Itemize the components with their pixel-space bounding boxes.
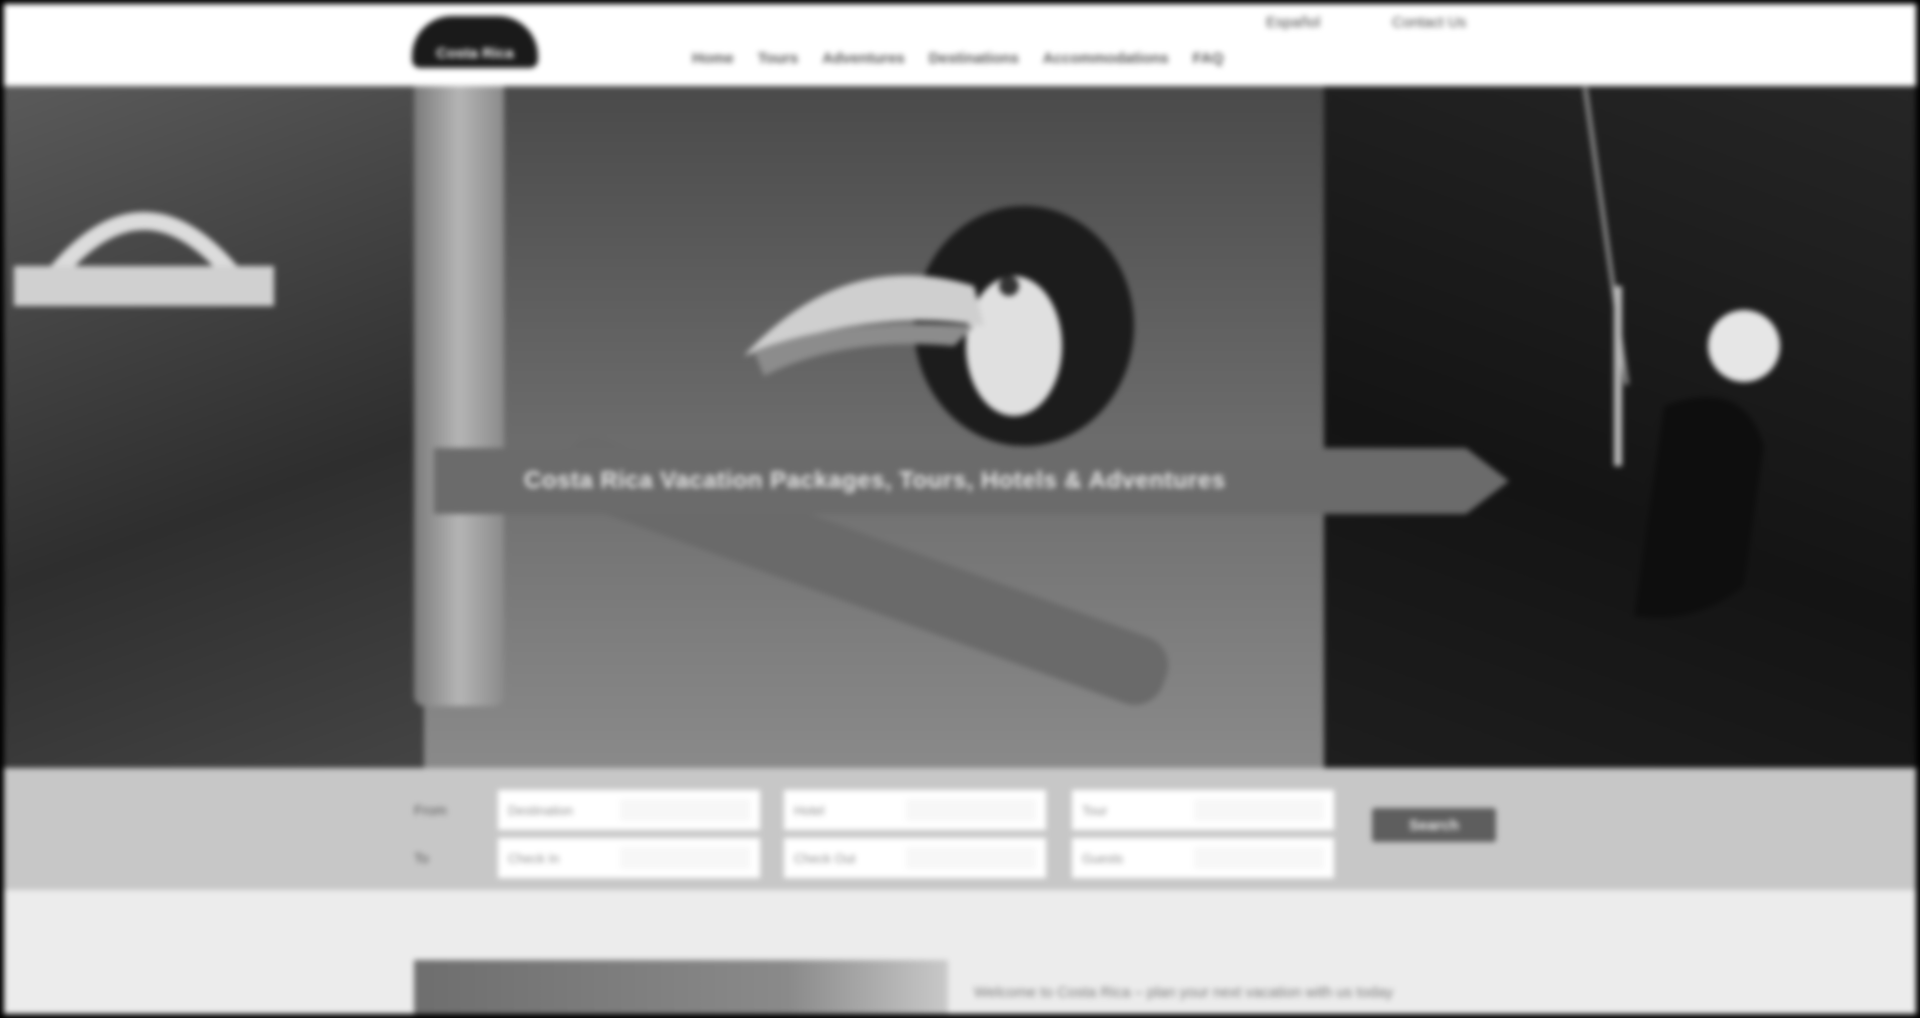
check-out-placeholder: Check Out [794, 850, 856, 866]
field-input-area[interactable] [1194, 799, 1324, 821]
nav-item-adventures[interactable]: Adventures [822, 50, 905, 67]
main-nav: Home Tours Adventures Destinations Accom… [692, 50, 1224, 67]
field-input-area[interactable] [906, 799, 1036, 821]
main-content: Welcome to Costa Rica – plan your next v… [4, 890, 1916, 1014]
field-input-area[interactable] [620, 847, 750, 869]
sign-graphic [14, 212, 274, 306]
tour-field[interactable]: Tour [1072, 790, 1334, 830]
tour-placeholder: Tour [1082, 802, 1108, 818]
contact-link[interactable]: Contact Us [1392, 14, 1466, 31]
language-link[interactable]: Español [1266, 14, 1320, 31]
site-logo[interactable]: Costa Rica [412, 16, 538, 68]
nav-item-tours[interactable]: Tours [758, 50, 799, 67]
field-input-area[interactable] [906, 847, 1036, 869]
guests-field[interactable]: Guests [1072, 838, 1334, 878]
hero-banner-text: Costa Rica Vacation Packages, Tours, Hot… [524, 467, 1226, 494]
tree-trunk [414, 86, 504, 706]
hotel-placeholder: Hotel [794, 802, 825, 818]
nav-item-home[interactable]: Home [692, 50, 734, 67]
check-in-field[interactable]: Check In [498, 838, 760, 878]
page: Costa Rica Español Contact Us Home Tours… [4, 4, 1916, 1014]
search-button[interactable]: Search [1372, 808, 1496, 842]
zipline-rider-image [1614, 286, 1780, 618]
nav-item-faq[interactable]: FAQ [1193, 50, 1224, 67]
nav-item-accommodations[interactable]: Accommodations [1043, 50, 1169, 67]
hotel-field[interactable]: Hotel [784, 790, 1046, 830]
logo-text: Costa Rica [436, 45, 514, 62]
destination-placeholder: Destination [508, 802, 574, 818]
search-row-label-to: To [414, 850, 429, 866]
search-row-label-from: From [414, 802, 447, 818]
field-input-area[interactable] [620, 799, 750, 821]
search-bar: From To Destination Hotel Tour Check In … [4, 768, 1916, 890]
hero-image: Costa Rica Vacation Packages, Tours, Hot… [4, 86, 1916, 768]
field-input-area[interactable] [1194, 847, 1324, 869]
site-header: Costa Rica Español Contact Us Home Tours… [4, 4, 1916, 86]
guests-placeholder: Guests [1082, 850, 1124, 866]
check-out-field[interactable]: Check Out [784, 838, 1046, 878]
destination-field[interactable]: Destination [498, 790, 760, 830]
check-in-placeholder: Check In [508, 850, 560, 866]
hero-banner: Costa Rica Vacation Packages, Tours, Hot… [434, 448, 1509, 514]
promo-text: Welcome to Costa Rica – plan your next v… [974, 984, 1394, 1001]
promo-image-card[interactable] [414, 960, 948, 1014]
nav-item-destinations[interactable]: Destinations [929, 50, 1019, 67]
